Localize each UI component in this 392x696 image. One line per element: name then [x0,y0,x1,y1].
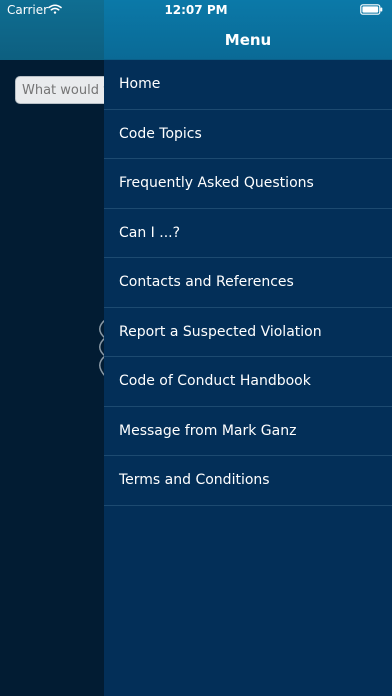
menu-item-label: Code of Conduct Handbook [119,373,311,389]
menu-item-home[interactable]: Home [104,60,392,110]
menu-item-report-violation[interactable]: Report a Suspected Violation [104,308,392,357]
menu-item-label: Contacts and References [119,274,294,290]
drawer-title: Menu [224,31,272,49]
menu-item-can-i[interactable]: Can I ...? [104,209,392,258]
menu-item-terms-conditions[interactable]: Terms and Conditions [104,456,392,506]
menu-item-label: Code Topics [119,125,202,142]
menu-item-label: Terms and Conditions [119,472,270,488]
menu-item-message-mark-ganz[interactable]: Message from Mark Ganz [104,407,392,456]
menu-item-contacts-references[interactable]: Contacts and References [104,258,392,308]
status-bar: Carrier 12:07 PM [0,0,392,20]
menu-item-label: Frequently Asked Questions [119,175,314,191]
battery-icon [360,4,383,15]
menu-item-faq[interactable]: Frequently Asked Questions [104,159,392,209]
app-screen: Carrier 12:07 PM Menu Home Code Topics F… [0,0,392,696]
status-time: 12:07 PM [164,3,228,17]
menu-item-label: Report a Suspected Violation [119,323,322,340]
menu-item-handbook[interactable]: Code of Conduct Handbook [104,357,392,407]
menu-item-label: Can I ...? [119,224,181,241]
navigation-drawer: Menu Home Code Topics Frequently Asked Q… [104,0,392,696]
menu-item-code-topics[interactable]: Code Topics [104,110,392,159]
menu-item-label: Home [119,76,161,92]
menu-item-label: Message from Mark Ganz [119,422,297,439]
drawer-menu: Home Code Topics Frequently Asked Questi… [104,60,392,506]
